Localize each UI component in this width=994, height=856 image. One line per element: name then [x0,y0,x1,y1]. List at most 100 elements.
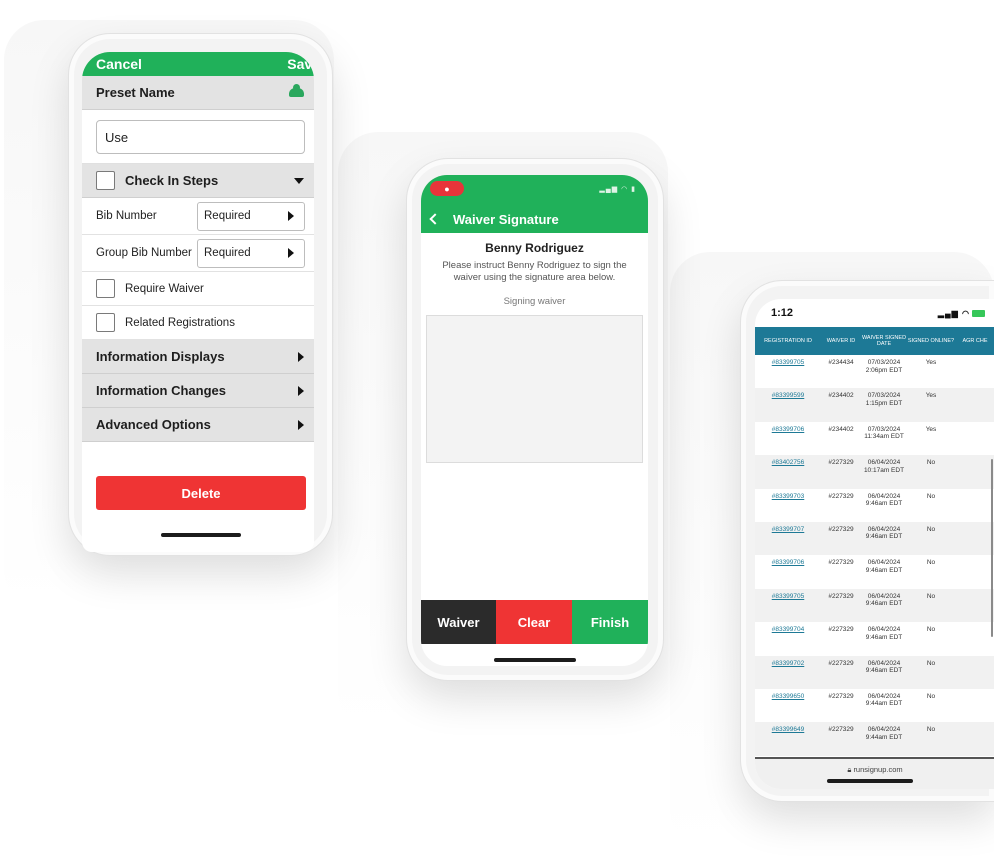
url-bar[interactable]: 🔒︎ runsignup.com [755,765,994,775]
status-bar: 1:12 ▂▄▆ ◠ [755,299,994,327]
agreement-cell [955,589,994,622]
table-row: #83399707 #227329 06/04/2024 9:46am EDT No [755,521,994,556]
information-changes-row[interactable]: Information Changes [82,374,314,408]
waiver-id-cell: #234434 [828,359,854,366]
waiver-id-cell: #227329 [828,659,854,667]
signed-online-cell: No [926,492,936,500]
registration-id-link[interactable]: #83399703 [755,489,821,522]
phone-screen: ● ▂▄▆ ◠ ▮ Waiver Signature Benny Rodrigu… [421,175,648,666]
related-registrations-row[interactable]: Related Registrations [82,306,314,340]
table-row: #83399704 #227329 06/04/2024 9:46am EDT No [755,622,994,655]
waiver-id-cell: #227329 [828,592,854,600]
column-header[interactable]: SIGNED ONLINE? [907,327,955,355]
signed-online-cell: No [926,459,936,467]
table-header: REGISTRATION ID WAIVER ID WAIVER SIGNED … [755,327,994,355]
signed-date-cell: 06/04/2024 9:46am EDT [865,592,903,608]
agreement-cell [955,522,994,555]
scrollbar[interactable] [991,459,993,637]
preset-name-row: Use [82,110,314,164]
advanced-options-label: Advanced Options [96,417,211,432]
signed-date-cell: 06/04/2024 9:46am EDT [865,659,903,675]
agreement-cell [955,622,994,655]
advanced-options-row[interactable]: Advanced Options [82,408,314,442]
bib-number-value: Required [204,210,251,222]
preset-name-input[interactable]: Use [96,120,305,154]
clear-button[interactable]: Clear [496,600,572,644]
home-indicator [827,779,913,783]
signed-online-cell: No [926,592,936,600]
registration-id-link[interactable]: #83399649 [755,722,821,755]
group-bib-label: Group Bib Number [96,247,192,259]
agreement-cell [955,388,994,421]
table-row: #83399599 #234402 07/03/2024 1:15pm EDT Yes [755,388,994,422]
agreement-cell [955,689,994,722]
agreement-cell [955,355,994,388]
agreement-cell [955,656,994,689]
showcase-stage: Cancel Save Preset Name Use Check In Ste… [0,0,994,856]
chevron-right-icon [298,351,304,362]
registration-id-link[interactable]: #83399705 [755,355,821,388]
chevron-right-icon [298,419,304,430]
column-header[interactable]: REGISTRATION ID [755,327,821,355]
information-changes-label: Information Changes [96,383,227,398]
table-body: #83399705 #234434 07/03/2024 2:06pm EDT Yes… [755,355,994,756]
url-text: runsignup.com [853,765,903,774]
table-row: #83399705 #227329 06/04/2024 9:46am EDT No [755,588,994,623]
back-chevron-icon[interactable] [429,213,441,225]
signed-online-cell: No [926,626,936,634]
registration-id-link[interactable]: #83399706 [755,555,821,588]
preset-name-label: Preset Name [96,85,175,100]
check-in-steps-checkbox[interactable] [96,171,115,190]
signed-online-cell: No [926,659,936,667]
column-header[interactable]: WAIVER ID [821,327,861,355]
require-waiver-checkbox[interactable] [96,279,115,298]
registration-id-link[interactable]: #83399650 [755,689,821,722]
registration-id-link[interactable]: #83399707 [755,522,821,555]
signed-online-cell: Yes [925,425,937,433]
related-registrations-checkbox[interactable] [96,313,115,332]
table-row: #83399706 #227329 06/04/2024 9:46am EDT No [755,555,994,588]
cancel-button[interactable]: Cancel [96,56,142,72]
table-row: #83399705 #234434 07/03/2024 2:06pm EDT Yes [755,355,994,388]
preset-name-header: Preset Name [82,76,314,110]
waiver-button[interactable]: Waiver [421,600,496,644]
waiver-id-cell: #227329 [828,492,854,500]
group-bib-select[interactable]: Required [197,238,305,268]
group-bib-value: Required [204,247,251,259]
table-row: #83402756 #227329 06/04/2024 10:17am EDT No [755,455,994,489]
signed-date-cell: 06/04/2024 9:44am EDT [865,692,903,708]
registration-id-link[interactable]: #83399599 [755,388,821,421]
registration-id-link[interactable]: #83402756 [755,455,821,488]
check-in-steps-header[interactable]: Check In Steps [82,164,314,198]
save-button[interactable]: Save [287,56,314,72]
signed-online-cell: No [926,726,936,734]
signature-pad[interactable] [426,315,643,463]
delete-button[interactable]: Delete [96,476,306,510]
waiver-id-cell: #234402 [828,392,854,400]
page-title: Waiver Signature [453,211,559,227]
registration-id-link[interactable]: #83399704 [755,622,821,655]
chevron-down-icon[interactable] [294,177,304,184]
information-displays-label: Information Displays [96,349,225,364]
participant-name: Benny Rodriguez [485,241,584,255]
agreement-cell [955,422,994,455]
column-header[interactable]: WAIVER SIGNED DATE [861,327,907,355]
registration-id-link[interactable]: #83399702 [755,656,821,689]
finish-button[interactable]: Finish [572,600,648,644]
require-waiver-row[interactable]: Require Waiver [82,272,314,306]
signed-date-cell: 06/04/2024 9:46am EDT [865,559,903,574]
bib-number-select[interactable]: Required [197,201,305,231]
chevron-right-icon [288,248,294,258]
agreement-cell [955,555,994,588]
column-header[interactable]: AGR CHE [955,327,994,355]
registration-id-link[interactable]: #83399706 [755,422,821,455]
waiver-id-cell: #227329 [828,692,854,700]
require-waiver-label: Require Waiver [125,282,204,295]
phone-screen: Cancel Save Preset Name Use Check In Ste… [82,52,314,552]
signed-date-cell: 07/03/2024 11:34am EDT [864,425,904,441]
information-displays-row[interactable]: Information Displays [82,340,314,374]
clock-time: 1:12 [771,307,794,319]
signing-status: Signing waiver [503,296,566,307]
waiver-id-cell: #227329 [828,459,854,467]
registration-id-link[interactable]: #83399705 [755,589,821,622]
